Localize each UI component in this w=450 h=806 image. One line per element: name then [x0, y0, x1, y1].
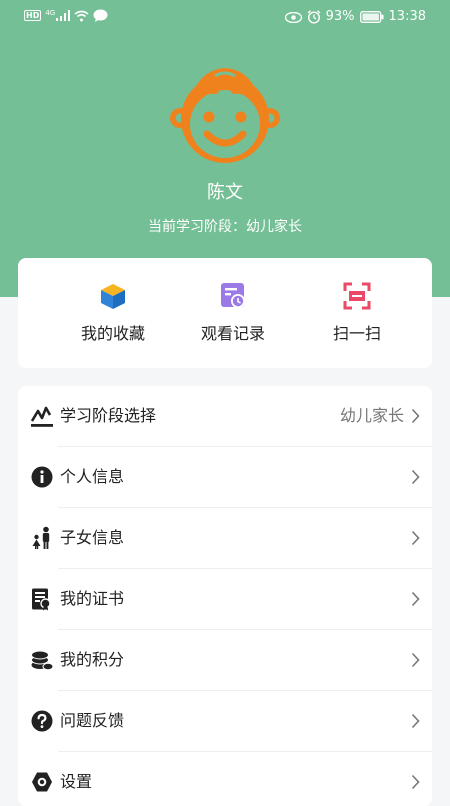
- info-icon: [31, 466, 53, 488]
- menu-label: 我的证书: [60, 589, 125, 608]
- family-icon: [32, 526, 50, 549]
- menu-label: 子女信息: [60, 528, 125, 547]
- history-button[interactable]: 观看记录: [164, 282, 302, 344]
- settings-icon: [32, 772, 52, 792]
- status-bar: HD 4G 93% 13:38: [0, 0, 450, 34]
- alarm-icon: [307, 10, 321, 24]
- clock-time: 13:38: [388, 9, 426, 24]
- stage-icon: [30, 406, 53, 427]
- hd-icon: HD: [24, 10, 42, 21]
- signal-icon: 4G: [45, 9, 71, 21]
- favorites-label: 我的收藏: [80, 324, 145, 343]
- menu-label: 问题反馈: [60, 711, 125, 730]
- menu-item-children-info[interactable]: 子女信息: [18, 508, 432, 569]
- certificate-icon: [32, 588, 51, 611]
- menu-label: 我的积分: [60, 650, 125, 669]
- settings-menu: 学习阶段选择 幼儿家长 个人信息 子女信息 我的证书 我的积分 问题反馈 设置: [18, 386, 432, 806]
- current-stage-text: 当前学习阶段：幼儿家长: [148, 219, 302, 235]
- chevron-right-icon: [411, 469, 420, 485]
- battery-percent: 93%: [325, 9, 355, 24]
- chevron-right-icon: [411, 591, 420, 607]
- menu-item-feedback[interactable]: 问题反馈: [18, 691, 432, 752]
- quick-actions-card: 我的收藏 观看记录 扫一扫: [18, 258, 432, 368]
- chevron-right-icon: [411, 652, 420, 668]
- menu-item-points[interactable]: 我的积分: [18, 630, 432, 691]
- coins-icon: [31, 650, 54, 671]
- menu-value: 幼儿家长: [339, 406, 404, 425]
- chevron-right-icon: [411, 408, 420, 424]
- menu-label: 学习阶段选择: [60, 406, 157, 425]
- history-label: 观看记录: [200, 324, 265, 343]
- wifi-icon: [74, 10, 89, 21]
- profile-header: HD 4G 93% 13:38 陈文 当前学习阶段：幼儿家长: [0, 0, 450, 297]
- scan-label: 扫一扫: [332, 324, 381, 343]
- scan-icon: [343, 282, 371, 310]
- menu-item-settings[interactable]: 设置: [18, 752, 432, 806]
- question-icon: [31, 710, 53, 732]
- menu-item-learning-stage[interactable]: 学习阶段选择 幼儿家长: [18, 386, 432, 447]
- status-left: HD 4G: [24, 9, 108, 22]
- scan-button[interactable]: 扫一扫: [288, 282, 426, 344]
- history-icon: [221, 283, 245, 308]
- battery-icon: [359, 11, 384, 23]
- cube-icon: [101, 284, 125, 309]
- message-icon: [93, 9, 108, 22]
- menu-item-certificates[interactable]: 我的证书: [18, 569, 432, 630]
- favorites-button[interactable]: 我的收藏: [44, 282, 182, 344]
- signal-label: 4G: [45, 9, 56, 17]
- menu-label: 设置: [60, 772, 93, 791]
- chevron-right-icon: [411, 713, 420, 729]
- menu-item-personal-info[interactable]: 个人信息: [18, 447, 432, 508]
- chevron-right-icon: [411, 530, 420, 546]
- boy-avatar-icon[interactable]: [169, 62, 281, 174]
- status-right: 93% 13:38: [284, 9, 426, 25]
- eye-icon: [284, 11, 302, 23]
- chevron-right-icon: [411, 774, 420, 790]
- user-name: 陈文: [207, 182, 243, 203]
- menu-label: 个人信息: [60, 467, 125, 486]
